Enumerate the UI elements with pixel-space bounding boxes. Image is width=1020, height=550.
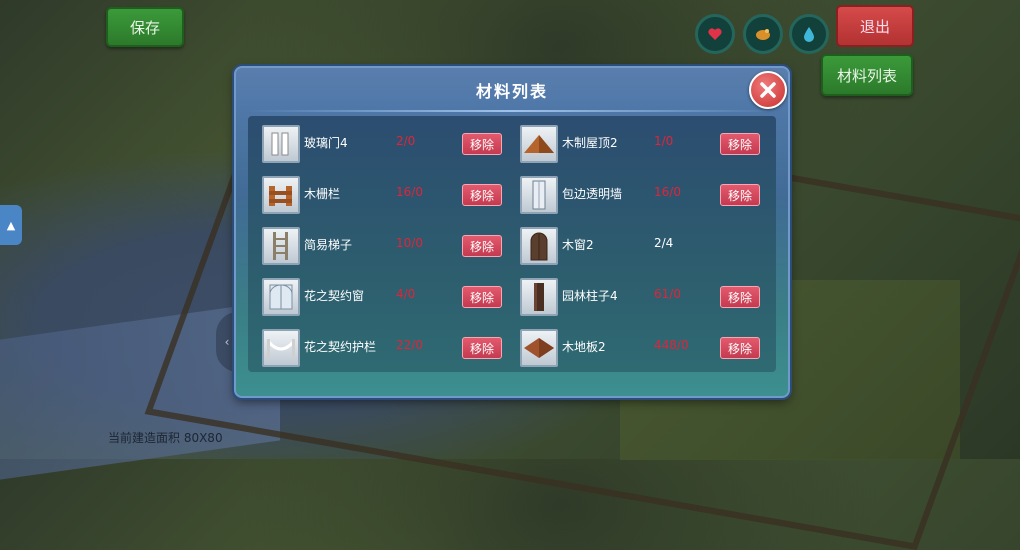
close-icon bbox=[760, 82, 776, 98]
list-item: 木制屋顶2 1/0 移除 bbox=[518, 122, 768, 164]
remove-button[interactable]: 移除 bbox=[462, 133, 502, 155]
item-count: 1/0 bbox=[654, 134, 674, 148]
chevron-left-icon: ‹ bbox=[224, 335, 230, 349]
item-count: 16/0 bbox=[654, 185, 681, 199]
glass-door-icon bbox=[262, 125, 300, 163]
item-name: 玻璃门4 bbox=[304, 136, 348, 150]
close-button[interactable] bbox=[749, 71, 787, 109]
water-drop-icon[interactable] bbox=[789, 14, 829, 54]
list-item: 玻璃门4 2/0 移除 bbox=[260, 122, 510, 164]
item-count: 22/0 bbox=[396, 338, 423, 352]
garden-pillar-icon bbox=[520, 278, 558, 316]
heart-icon[interactable] bbox=[695, 14, 735, 54]
materials-list[interactable]: 玻璃门4 2/0 移除 木栅栏 16/0 移除 简易梯子 10/0 移除 花之契… bbox=[248, 116, 776, 372]
item-count: 2/4 bbox=[654, 236, 674, 250]
wood-window-icon bbox=[520, 227, 558, 265]
remove-button[interactable]: 移除 bbox=[720, 133, 760, 155]
item-name: 简易梯子 bbox=[304, 238, 353, 252]
materials-list-button[interactable]: 材料列表 bbox=[821, 54, 913, 96]
remove-button[interactable]: 移除 bbox=[720, 337, 760, 359]
item-name: 花之契约护栏 bbox=[304, 340, 377, 354]
item-count: 16/0 bbox=[396, 185, 423, 199]
title-divider bbox=[246, 110, 778, 112]
remove-button[interactable]: 移除 bbox=[462, 337, 502, 359]
remove-button[interactable]: 移除 bbox=[720, 184, 760, 206]
list-item: 花之契约护栏 22/0 移除 bbox=[260, 326, 510, 368]
item-name: 木地板2 bbox=[562, 340, 606, 354]
list-item: 木栅栏 16/0 移除 bbox=[260, 173, 510, 215]
item-name: 园林柱子4 bbox=[562, 289, 618, 303]
item-count: 4/0 bbox=[396, 287, 416, 301]
glass-wall-icon bbox=[520, 176, 558, 214]
dialog-title: 材料列表 bbox=[475, 82, 548, 101]
item-count: 61/0 bbox=[654, 287, 681, 301]
flower-window-icon bbox=[262, 278, 300, 316]
chat-icon: ▲ bbox=[6, 218, 16, 232]
materials-dialog: 材料列表 玻璃门4 2/0 移除 木栅栏 16/0 移除 简易梯子 10/0 移… bbox=[234, 66, 790, 398]
list-item: 花之契约窗 4/0 移除 bbox=[260, 275, 510, 317]
food-icon[interactable] bbox=[743, 14, 783, 54]
item-name: 木制屋顶2 bbox=[562, 136, 618, 150]
item-name: 木窗2 bbox=[562, 238, 594, 252]
wood-fence-icon bbox=[262, 176, 300, 214]
ladder-icon bbox=[262, 227, 300, 265]
item-name: 木栅栏 bbox=[304, 187, 341, 201]
remove-button[interactable]: 移除 bbox=[720, 286, 760, 308]
build-area-label: 当前建造面积 80X80 bbox=[108, 431, 223, 445]
list-item: 木窗2 2/4 bbox=[518, 224, 768, 266]
flower-railing-icon bbox=[262, 329, 300, 367]
remove-button[interactable]: 移除 bbox=[462, 286, 502, 308]
list-item: 园林柱子4 61/0 移除 bbox=[518, 275, 768, 317]
item-count: 10/0 bbox=[396, 236, 423, 250]
list-item: 简易梯子 10/0 移除 bbox=[260, 224, 510, 266]
remove-button[interactable]: 移除 bbox=[462, 235, 502, 257]
remove-button[interactable]: 移除 bbox=[462, 184, 502, 206]
item-name: 包边透明墙 bbox=[562, 187, 623, 201]
save-button[interactable]: 保存 bbox=[106, 7, 184, 47]
wood-roof-icon bbox=[520, 125, 558, 163]
item-name: 花之契约窗 bbox=[304, 289, 365, 303]
item-count: 2/0 bbox=[396, 134, 416, 148]
side-panel-tab[interactable]: ▲ bbox=[0, 205, 22, 245]
list-item: 木地板2 448/0 移除 bbox=[518, 326, 768, 368]
wood-floor-icon bbox=[520, 329, 558, 367]
item-count: 448/0 bbox=[654, 338, 689, 352]
list-item: 包边透明墙 16/0 移除 bbox=[518, 173, 768, 215]
exit-button[interactable]: 退出 bbox=[836, 5, 914, 47]
